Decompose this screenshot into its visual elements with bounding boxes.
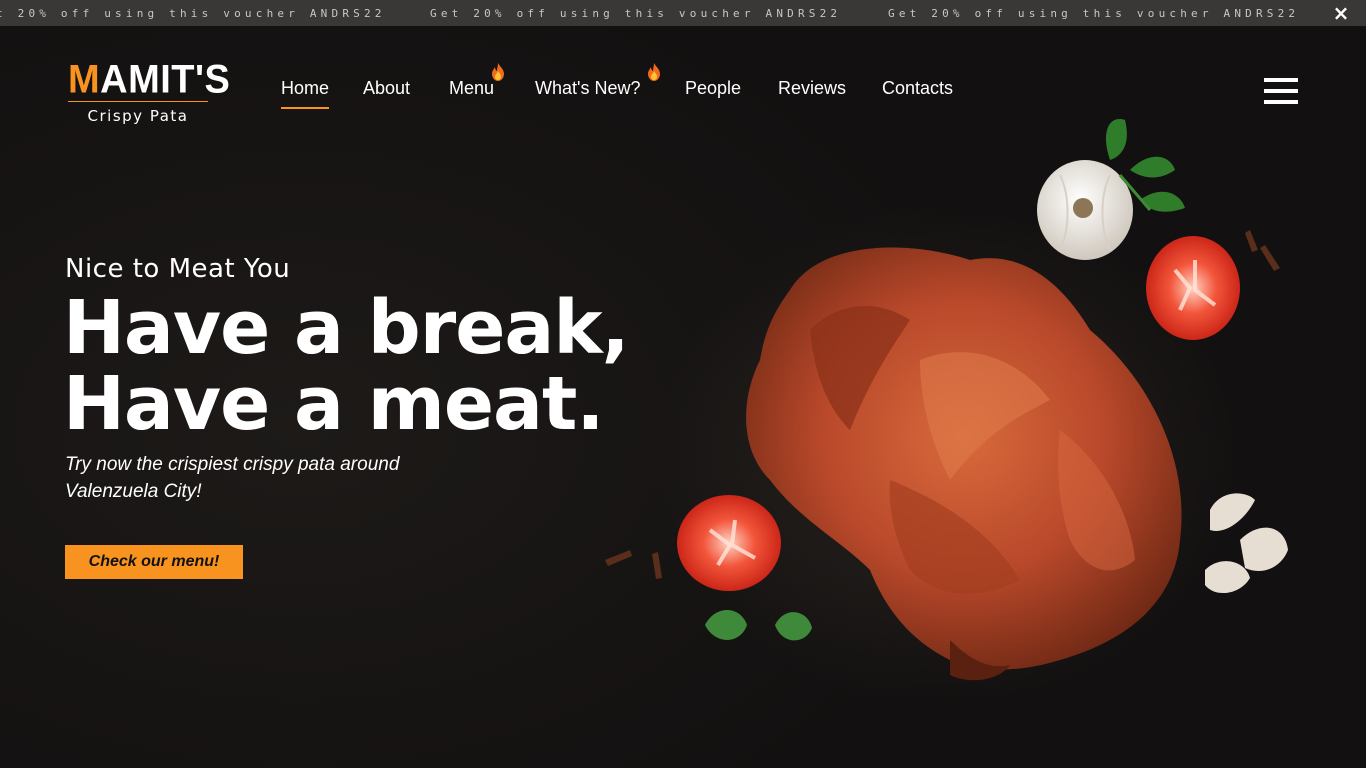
logo[interactable]: MAMIT'S Crispy Pata [68,57,230,125]
logo-subtitle: Crispy Pata [87,107,189,125]
nav-item-contacts[interactable]: Contacts [882,78,953,99]
logo-first-letter: M [68,57,101,102]
close-icon[interactable]: × [1330,2,1352,24]
flame-icon [648,63,660,81]
announcement-text: t 20% off using this voucher ANDRS22 [0,7,386,20]
logo-wordmark: MAMIT'S [68,57,230,102]
flame-icon [492,63,504,81]
tomato-slice [1146,236,1240,340]
basil-leaves [705,610,812,641]
hamburger-bar [1264,89,1298,93]
crispy-pata [746,247,1182,681]
nav-item-home[interactable]: Home [281,78,330,109]
nav-item-people[interactable]: People [685,78,741,99]
garlic-bulb [1037,160,1133,260]
check-menu-button[interactable]: Check our menu! [65,545,243,579]
nav-item-about[interactable]: About [363,78,410,99]
hero-subtext-line: Valenzuela City! [65,481,202,502]
logo-rest: AMIT'S [100,57,231,102]
announcement-bar: t 20% off using this voucher ANDRS22 Get… [0,0,1366,26]
hero-subtext-line: Try now the crispiest crispy pata around [65,454,400,475]
hamburger-bar [1264,78,1298,82]
hero-subtext: Try now the crispiest crispy pata around… [65,451,485,505]
nav-item-menu[interactable]: Menu [449,78,494,99]
nav-item-reviews[interactable]: Reviews [778,78,846,99]
hero-tagline: Nice to Meat You [65,254,291,284]
hero-headline-line: Have a break, [63,285,630,371]
tomato-slice [677,495,781,591]
hero-headline: Have a break, Have a meat. [63,290,663,442]
hero-headline-line: Have a meat. [63,361,604,447]
garlic-cloves [1205,493,1288,594]
hero-food-image [605,119,1288,681]
nav-item-whats-new[interactable]: What's New? [535,78,640,99]
announcement-text: Get 20% off using this voucher ANDRS22 [888,7,1300,20]
announcement-text: Get 20% off using this voucher ANDRS22 [430,7,842,20]
